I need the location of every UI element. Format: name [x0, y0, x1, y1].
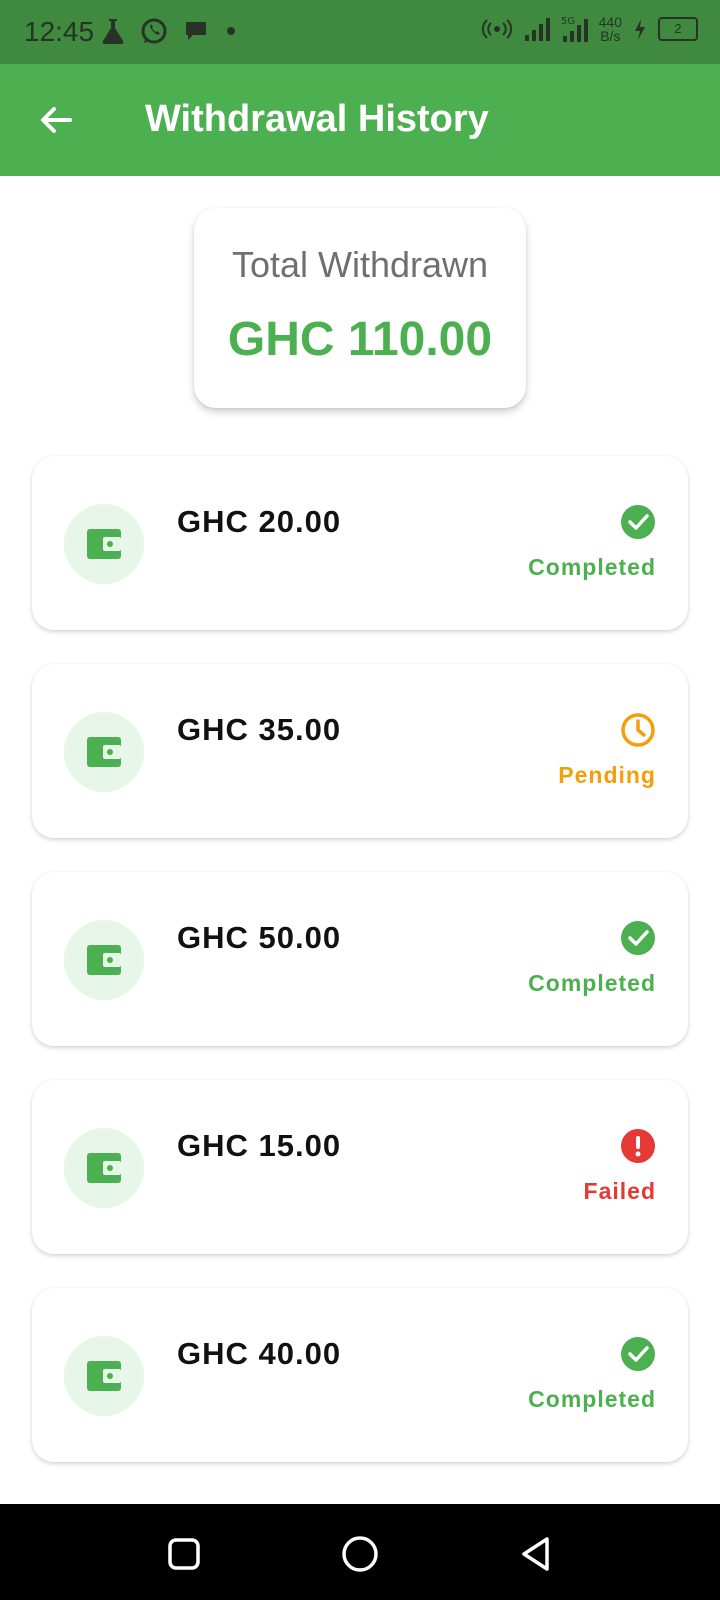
- wallet-avatar: [64, 920, 144, 1000]
- back-button[interactable]: [36, 100, 76, 140]
- net-speed-unit: B/s: [600, 28, 621, 44]
- status-notification-icons: [100, 17, 238, 45]
- wallet-avatar: [64, 1336, 144, 1416]
- total-withdrawn-card: Total Withdrawn GHC 110.00: [194, 208, 526, 408]
- back-triangle-icon: [522, 1537, 549, 1571]
- whatsapp-icon: [141, 18, 167, 44]
- withdrawal-status: Completed: [528, 970, 656, 996]
- withdrawal-amount: GHC 35.00: [177, 712, 342, 747]
- withdrawal-status: Completed: [528, 1386, 656, 1412]
- status-time: 12:45: [24, 16, 95, 47]
- charging-icon: [635, 19, 645, 40]
- check-circle-icon: [621, 921, 655, 955]
- status-bar: 12:45 5G 440 B/s 2: [0, 0, 720, 64]
- wallet-icon: [87, 945, 121, 975]
- signal-5g-icon: 5G: [561, 16, 588, 42]
- withdrawal-amount: GHC 50.00: [177, 920, 342, 955]
- check-circle-icon: [621, 1337, 655, 1371]
- withdrawal-status: Pending: [558, 762, 656, 788]
- svg-text:5G: 5G: [561, 16, 575, 27]
- wallet-avatar: [64, 712, 144, 792]
- wallet-icon: [87, 1153, 121, 1183]
- total-withdrawn-label: Total Withdrawn: [231, 244, 489, 285]
- withdrawal-item[interactable]: GHC 40.00 Completed: [32, 1288, 688, 1462]
- back-nav-button[interactable]: [516, 1534, 556, 1574]
- hotspot-icon: [481, 19, 512, 39]
- wallet-icon: [87, 529, 121, 559]
- dot-icon: [227, 27, 235, 35]
- withdrawal-amount: GHC 15.00: [177, 1128, 342, 1163]
- arrow-left-icon: [41, 107, 72, 133]
- error-circle-icon: [621, 1129, 655, 1163]
- net-speed-value: 440: [598, 14, 622, 30]
- app-bar: Withdrawal History: [0, 64, 720, 176]
- battery-level: 2: [674, 21, 682, 36]
- withdrawal-item[interactable]: GHC 35.00 Pending: [32, 664, 688, 838]
- status-system-icons: 5G 440 B/s 2: [481, 14, 698, 44]
- net-speed: 440 B/s: [599, 15, 622, 43]
- withdrawal-item[interactable]: GHC 15.00 Failed: [32, 1080, 688, 1254]
- withdrawal-amount: GHC 40.00: [177, 1336, 342, 1371]
- page-title: Withdrawal History: [145, 98, 489, 140]
- withdrawal-amount: GHC 20.00: [177, 504, 342, 539]
- wallet-avatar: [64, 504, 144, 584]
- home-circle-icon: [342, 1536, 378, 1572]
- signal-icon: [524, 18, 550, 41]
- system-nav-bar: [0, 1504, 720, 1600]
- withdrawal-item[interactable]: GHC 20.00 Completed: [32, 456, 688, 630]
- wallet-icon: [87, 737, 121, 767]
- home-button[interactable]: [340, 1534, 380, 1574]
- clock-icon: [621, 713, 655, 747]
- recents-button[interactable]: [164, 1534, 204, 1574]
- withdrawal-status: Failed: [583, 1178, 656, 1204]
- recents-square-icon: [168, 1538, 200, 1570]
- withdrawal-item[interactable]: GHC 50.00 Completed: [32, 872, 688, 1046]
- message-icon: [186, 22, 206, 40]
- check-circle-icon: [621, 505, 655, 539]
- wallet-avatar: [64, 1128, 144, 1208]
- battery-icon: 2: [658, 17, 698, 41]
- total-withdrawn-amount: GHC 110.00: [227, 313, 493, 366]
- wallet-icon: [87, 1361, 121, 1391]
- withdrawal-status: Completed: [528, 554, 656, 580]
- flask-icon: [102, 19, 124, 44]
